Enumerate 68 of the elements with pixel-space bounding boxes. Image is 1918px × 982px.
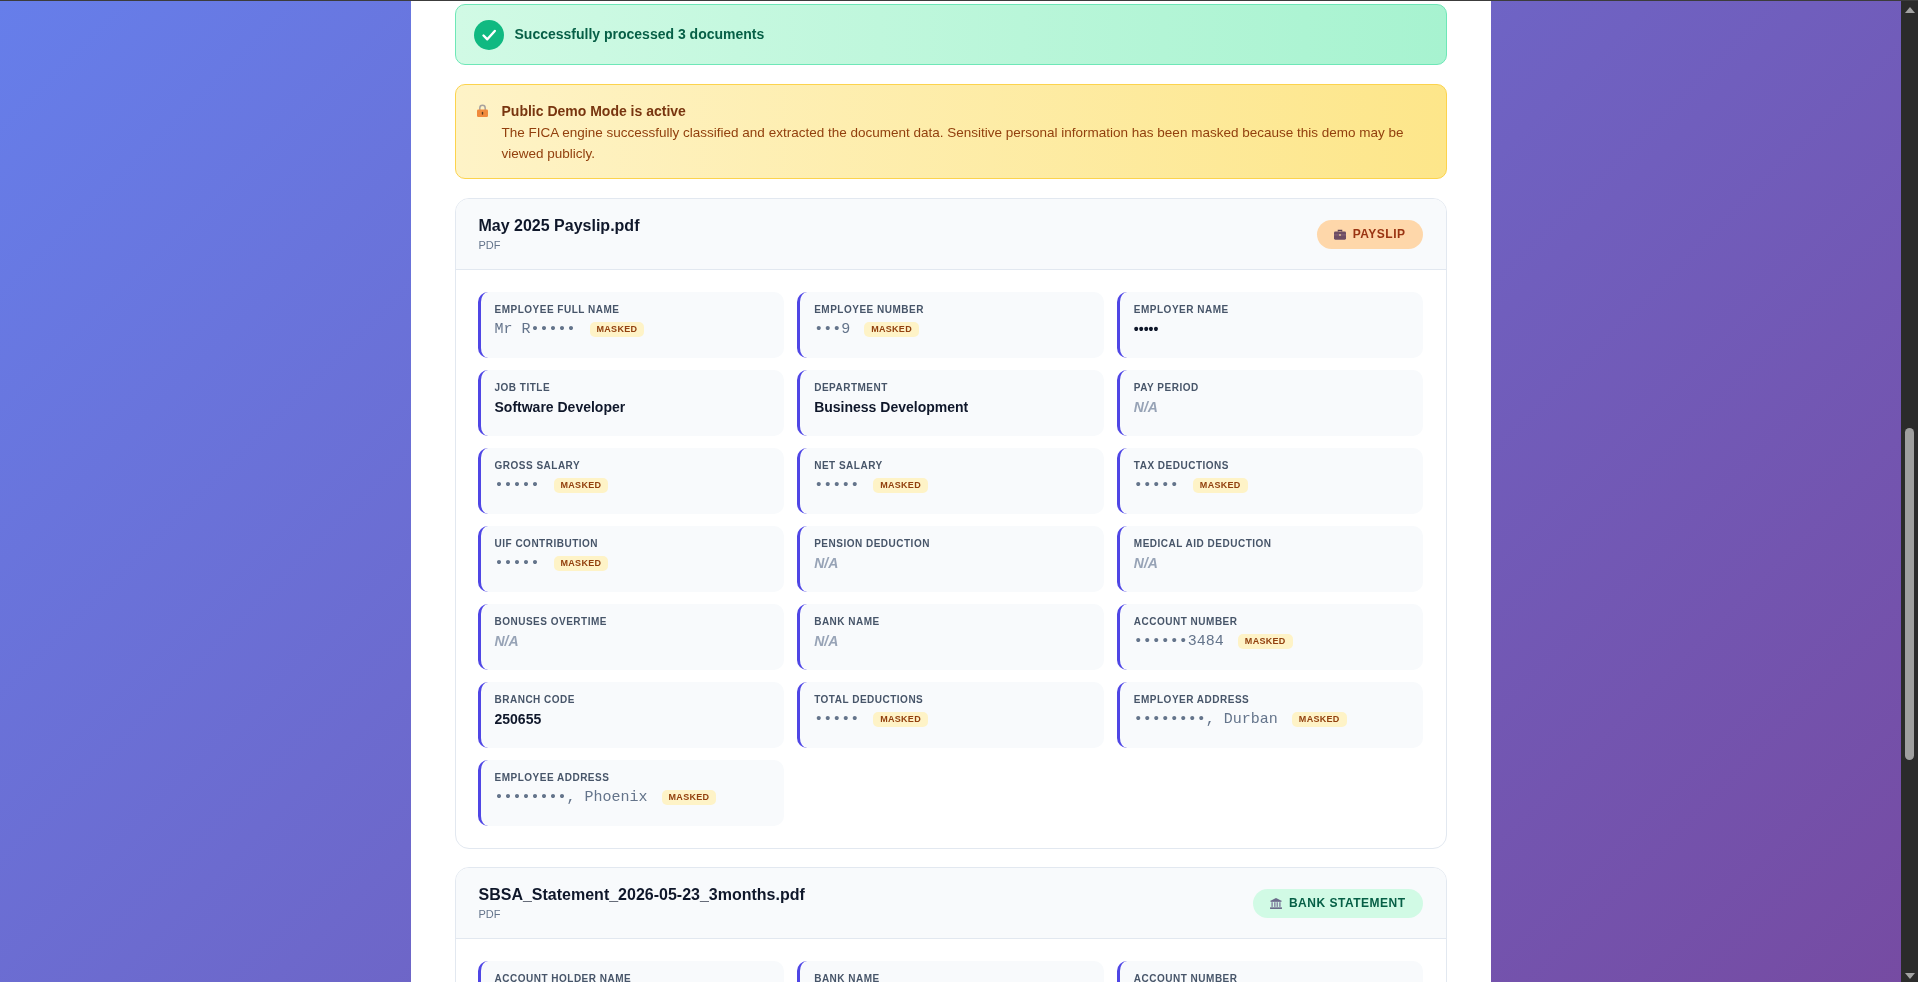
bank-icon bbox=[1269, 897, 1282, 909]
masked-tag: MASKED bbox=[1192, 477, 1248, 493]
field-label: JOB TITLE bbox=[494, 382, 551, 394]
scrollbar-thumb[interactable] bbox=[1905, 428, 1914, 760]
field-label: EMPLOYEE ADDRESS bbox=[494, 772, 610, 784]
masked-tag: MASKED bbox=[864, 321, 919, 337]
field-value: ••••• bbox=[1133, 477, 1179, 493]
file-name: SBSA_Statement_2026-05-23_3months.pdf bbox=[478, 885, 805, 905]
masked-tag: MASKED bbox=[661, 789, 717, 805]
file-type: PDF bbox=[478, 238, 501, 252]
field-value: ••••••3484 bbox=[1133, 633, 1224, 649]
field-label: DEPARTMENT bbox=[814, 382, 888, 394]
field-label: EMPLOYER NAME bbox=[1133, 304, 1229, 316]
field-label: BRANCH CODE bbox=[494, 694, 575, 706]
scroll-up-arrow-icon[interactable] bbox=[1904, 7, 1915, 13]
field-value: N/A bbox=[814, 634, 839, 648]
scrollbar[interactable] bbox=[1901, 1, 1918, 982]
field-label: BANK NAME bbox=[814, 616, 880, 628]
masked-tag: MASKED bbox=[873, 711, 928, 727]
field-label: ACCOUNT NUMBER bbox=[1133, 616, 1238, 628]
file-name: May 2025 Payslip.pdf bbox=[478, 216, 640, 236]
masked-tag: MASKED bbox=[873, 477, 928, 493]
notice-text: The FICA engine successfully classified and extracted the document data. Sensitive personal information has been masked because this demo may be viewed publicly. bbox=[501, 124, 1405, 163]
masked-tag: MASKED bbox=[553, 477, 609, 493]
briefcase-icon bbox=[1333, 228, 1346, 240]
field-value: N/A bbox=[814, 556, 839, 570]
field-label: UIF CONTRIBUTION bbox=[494, 538, 599, 550]
masked-tag: MASKED bbox=[589, 321, 645, 337]
check-circle-icon bbox=[473, 19, 504, 50]
field-label: EMPLOYEE NUMBER bbox=[814, 304, 924, 316]
field-label: ACCOUNT HOLDER NAME bbox=[494, 973, 632, 982]
field-value: N/A bbox=[1133, 400, 1158, 414]
field-label: BONUSES OVERTIME bbox=[494, 616, 607, 628]
document-type: PAYSLIP bbox=[1352, 228, 1406, 240]
field-label: ACCOUNT NUMBER bbox=[1133, 973, 1238, 982]
field-label: BANK NAME bbox=[814, 973, 880, 982]
field-value: ••••• bbox=[494, 477, 540, 493]
field-value: •••9 bbox=[814, 321, 851, 337]
field-label: EMPLOYER ADDRESS bbox=[1133, 694, 1250, 706]
field-value: ••••••••, Phoenix bbox=[494, 789, 648, 805]
field-value: N/A bbox=[1133, 556, 1158, 570]
field-value: ••••• bbox=[814, 711, 860, 727]
field-value: Business Development bbox=[814, 400, 969, 414]
field-label: EMPLOYEE FULL NAME bbox=[494, 304, 620, 316]
field-label: PENSION DEDUCTION bbox=[814, 538, 930, 550]
masked-tag: MASKED bbox=[1237, 633, 1293, 649]
field-value: 250655 bbox=[494, 712, 542, 726]
masked-tag: MASKED bbox=[1291, 711, 1347, 727]
lock-icon bbox=[476, 104, 488, 117]
field-value: ••••• bbox=[494, 555, 540, 571]
field-label: TAX DEDUCTIONS bbox=[1133, 460, 1229, 472]
document-type: BANK STATEMENT bbox=[1288, 897, 1406, 909]
field-value: Software Developer bbox=[494, 400, 626, 414]
field-value: ••••• bbox=[814, 477, 860, 493]
field-value: Mr R••••• bbox=[494, 321, 576, 337]
field-label: NET SALARY bbox=[814, 460, 883, 472]
field-value: N/A bbox=[494, 634, 519, 648]
field-label: GROSS SALARY bbox=[494, 460, 581, 472]
success-message: Successfully processed 3 documents bbox=[514, 25, 765, 44]
file-type: PDF bbox=[478, 907, 501, 921]
field-label: MEDICAL AID DEDUCTION bbox=[1133, 538, 1272, 550]
field-value: ••••• bbox=[1133, 322, 1159, 336]
notice-title: Public Demo Mode is active bbox=[501, 102, 686, 121]
field-label: PAY PERIOD bbox=[1133, 382, 1199, 394]
field-label: TOTAL DEDUCTIONS bbox=[814, 694, 924, 706]
masked-tag: MASKED bbox=[553, 555, 609, 571]
field-value: ••••••••, Durban bbox=[1133, 711, 1278, 727]
scroll-down-arrow-icon[interactable] bbox=[1904, 973, 1915, 979]
